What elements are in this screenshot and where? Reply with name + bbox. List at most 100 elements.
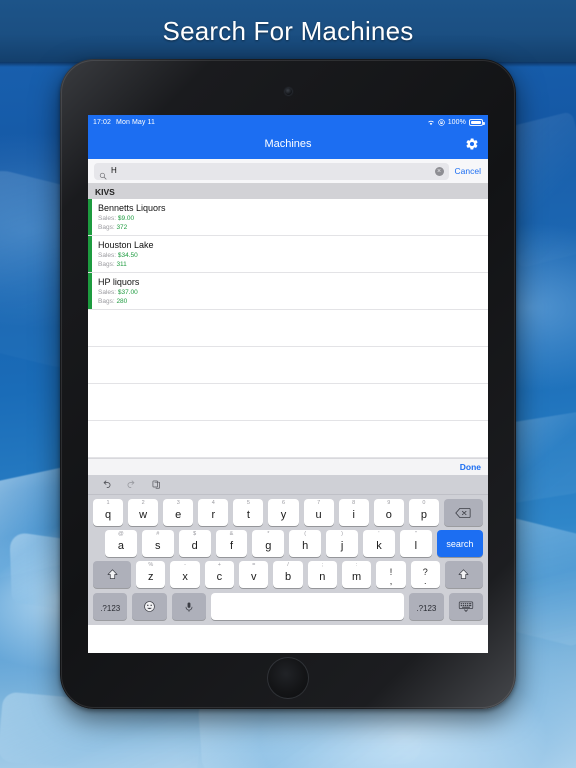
key-alt-label: 8 bbox=[352, 500, 356, 506]
search-input[interactable]: H × bbox=[94, 162, 449, 180]
list-item[interactable]: HP liquors Sales: $37.00 Bags: 280 bbox=[88, 273, 488, 310]
list-item-empty bbox=[88, 421, 488, 458]
key-label: q bbox=[104, 508, 112, 521]
key-x[interactable]: -x bbox=[170, 561, 200, 588]
key-c[interactable]: + c bbox=[204, 561, 235, 588]
search-icon bbox=[99, 167, 107, 180]
key-alt-label: @ bbox=[118, 531, 124, 537]
undo-icon[interactable] bbox=[100, 479, 112, 491]
key-exclamation-comma[interactable]: !, bbox=[376, 561, 406, 588]
gear-icon[interactable] bbox=[464, 136, 480, 152]
key-n[interactable]: ; n bbox=[307, 561, 337, 588]
paste-icon[interactable] bbox=[150, 479, 162, 491]
key-p[interactable]: 0p bbox=[408, 499, 439, 526]
key-label: o bbox=[385, 508, 392, 521]
key-label: v bbox=[250, 570, 257, 583]
camera-icon bbox=[284, 88, 292, 95]
key-alt-label: " bbox=[414, 531, 417, 537]
key-label: a bbox=[117, 539, 124, 552]
key-r[interactable]: 4r bbox=[198, 499, 229, 526]
bags-value: 372 bbox=[116, 224, 128, 231]
key-label: .?123 bbox=[100, 604, 121, 613]
sales-label: Sales: bbox=[98, 289, 117, 296]
key-label: .?123 bbox=[416, 604, 437, 613]
key-f[interactable]: & f bbox=[215, 530, 248, 557]
key-k[interactable]: ' k bbox=[363, 530, 395, 557]
key-label: d bbox=[191, 539, 198, 552]
key-u[interactable]: 7u bbox=[303, 499, 334, 526]
key-alt-label: , bbox=[389, 575, 393, 586]
key-label: i bbox=[352, 508, 355, 521]
key-alt-label: - bbox=[184, 562, 186, 568]
key-alt-label: * bbox=[267, 531, 270, 537]
key-d[interactable]: $ d bbox=[178, 530, 211, 557]
key-label: c bbox=[216, 570, 223, 583]
keyboard-row-4: .?123 .?123 bbox=[88, 588, 488, 620]
key-z[interactable]: % z bbox=[136, 561, 166, 588]
key-alt-label: 3 bbox=[176, 500, 180, 506]
key-v[interactable]: = v bbox=[239, 561, 269, 588]
key-b[interactable]: / b bbox=[273, 561, 303, 588]
key-label: g bbox=[265, 539, 272, 552]
microphone-icon[interactable] bbox=[171, 593, 207, 620]
key-o[interactable]: 9o bbox=[373, 499, 404, 526]
cancel-button[interactable]: Cancel bbox=[455, 166, 482, 176]
rotation-lock-icon bbox=[437, 118, 445, 126]
on-screen-keyboard: 1q 2w 3e 4r 5t 6y 7u 8i 9o 0p @ a # s $ d &… bbox=[88, 475, 488, 625]
key-label: h bbox=[302, 539, 309, 552]
key-g[interactable]: * g bbox=[252, 530, 285, 557]
done-button[interactable]: Done bbox=[460, 462, 481, 472]
backspace-icon[interactable] bbox=[443, 499, 484, 526]
hide-keyboard-icon[interactable] bbox=[448, 593, 484, 620]
nav-title: Machines bbox=[264, 138, 312, 150]
key-s[interactable]: # s bbox=[141, 530, 174, 557]
key-y[interactable]: 6y bbox=[268, 499, 299, 526]
status-accent-bar bbox=[88, 199, 92, 235]
list-item[interactable]: Bennetts Liquors Sales: $9.00 Bags: 372 bbox=[88, 199, 488, 236]
key-w[interactable]: 2w bbox=[128, 499, 159, 526]
wifi-icon bbox=[427, 119, 435, 126]
numeric-keyboard-right-button[interactable]: .?123 bbox=[409, 593, 444, 620]
list-item-empty bbox=[88, 310, 488, 347]
machine-name: Bennetts Liquors bbox=[98, 203, 166, 213]
machine-name: HP liquors bbox=[98, 277, 140, 287]
space-key[interactable] bbox=[211, 593, 405, 620]
key-question-period[interactable]: ?. bbox=[410, 561, 440, 588]
key-e[interactable]: 3e bbox=[163, 499, 194, 526]
key-q[interactable]: 1q bbox=[93, 499, 124, 526]
home-button[interactable] bbox=[267, 657, 309, 699]
key-alt-label: / bbox=[287, 562, 289, 568]
bags-label: Bags: bbox=[98, 224, 115, 231]
status-accent-bar bbox=[88, 236, 92, 272]
redo-icon[interactable] bbox=[125, 479, 137, 491]
key-alt-label: + bbox=[217, 562, 221, 568]
status-accent-bar bbox=[88, 273, 92, 309]
key-h[interactable]: (h bbox=[289, 530, 322, 557]
machine-list: Bennetts Liquors Sales: $9.00 Bags: 372 … bbox=[88, 199, 488, 458]
key-t[interactable]: 5t bbox=[233, 499, 264, 526]
key-alt-label: 7 bbox=[317, 500, 321, 506]
numeric-keyboard-left-button[interactable]: .?123 bbox=[93, 593, 128, 620]
list-item[interactable]: Houston Lake Sales: $34.50 Bags: 311 bbox=[88, 236, 488, 273]
key-alt-label: 2 bbox=[141, 500, 145, 506]
key-a[interactable]: @ a bbox=[105, 530, 137, 557]
shift-icon[interactable] bbox=[444, 561, 484, 588]
bags-label: Bags: bbox=[98, 261, 115, 268]
sales-value: $9.00 bbox=[117, 215, 135, 222]
emoji-icon[interactable] bbox=[132, 593, 167, 620]
search-key[interactable]: search bbox=[436, 530, 483, 557]
key-l[interactable]: " l bbox=[399, 530, 432, 557]
key-alt-label: = bbox=[252, 562, 256, 568]
clear-circle-icon[interactable]: × bbox=[434, 166, 444, 176]
key-label: x bbox=[182, 570, 188, 583]
sales-label: Sales: bbox=[98, 215, 117, 222]
machine-sales: Sales: $37.00 bbox=[98, 288, 488, 297]
machine-bags: Bags: 311 bbox=[98, 260, 488, 269]
key-label: k bbox=[376, 539, 382, 552]
shift-icon[interactable] bbox=[93, 561, 132, 588]
key-m[interactable]: :m bbox=[341, 561, 372, 588]
status-time: 17:02 bbox=[93, 118, 112, 126]
key-i[interactable]: 8i bbox=[338, 499, 369, 526]
key-alt-label: : bbox=[355, 562, 358, 568]
key-j[interactable]: ) j bbox=[326, 530, 359, 557]
